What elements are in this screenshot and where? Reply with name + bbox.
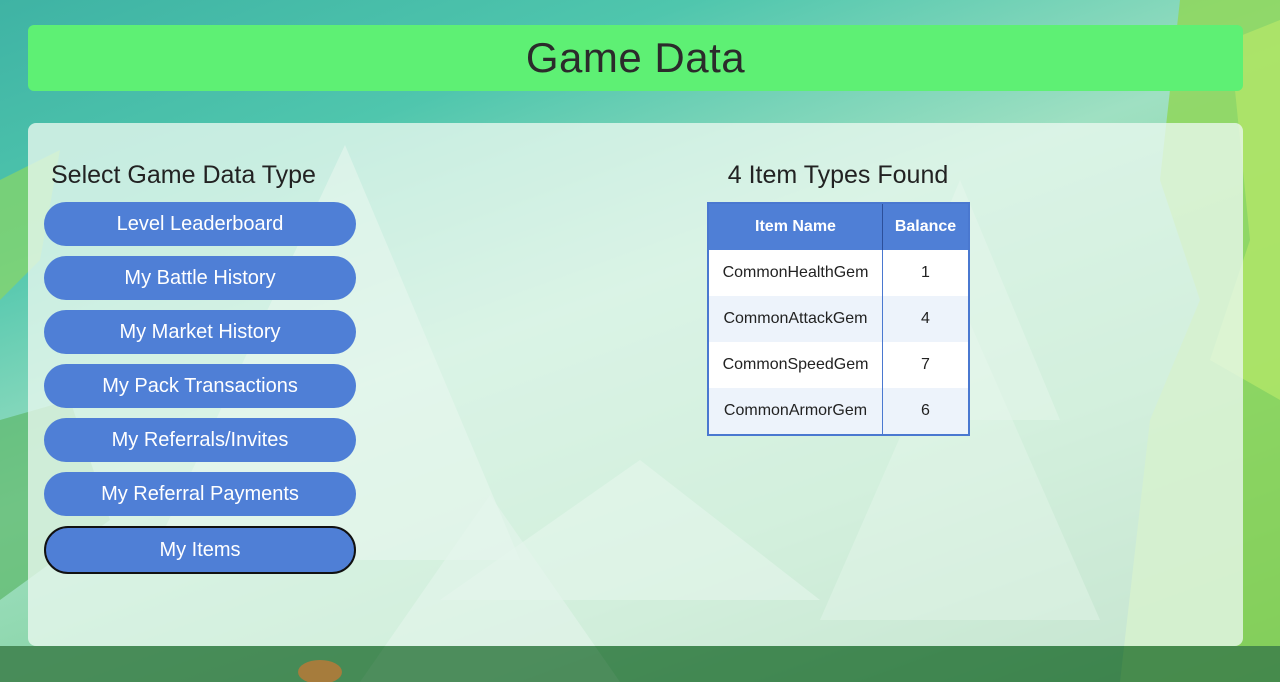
column-header-item-name: Item Name — [708, 203, 883, 250]
market-history-button[interactable]: My Market History — [44, 310, 356, 354]
balance-cell: 6 — [882, 388, 969, 435]
my-items-button[interactable]: My Items — [44, 526, 356, 574]
table-row: CommonSpeedGem 7 — [708, 342, 969, 388]
data-type-menu: Level Leaderboard My Battle History My M… — [44, 202, 356, 584]
item-name-cell: CommonSpeedGem — [708, 342, 883, 388]
battle-history-button[interactable]: My Battle History — [44, 256, 356, 300]
column-header-balance: Balance — [882, 203, 969, 250]
page: Game Data Select Game Data Type Level Le… — [0, 0, 1280, 682]
results-title: 4 Item Types Found — [727, 161, 949, 189]
referral-payments-button[interactable]: My Referral Payments — [44, 472, 356, 516]
table-row: CommonArmorGem 6 — [708, 388, 969, 435]
referrals-invites-button[interactable]: My Referrals/Invites — [44, 418, 356, 462]
balance-cell: 7 — [882, 342, 969, 388]
table-row: CommonAttackGem 4 — [708, 296, 969, 342]
table-row: CommonHealthGem 1 — [708, 250, 969, 296]
pack-transactions-button[interactable]: My Pack Transactions — [44, 364, 356, 408]
level-leaderboard-button[interactable]: Level Leaderboard — [44, 202, 356, 246]
page-title: Game Data — [525, 34, 746, 81]
table-header-row: Item Name Balance — [708, 203, 969, 250]
item-name-cell: CommonHealthGem — [708, 250, 883, 296]
selector-title: Select Game Data Type — [51, 161, 316, 189]
balance-cell: 4 — [882, 296, 969, 342]
item-name-cell: CommonArmorGem — [708, 388, 883, 435]
item-name-cell: CommonAttackGem — [708, 296, 883, 342]
page-header: Game Data — [28, 25, 1243, 91]
content-panel: Select Game Data Type Level Leaderboard … — [28, 123, 1243, 646]
balance-cell: 1 — [882, 250, 969, 296]
items-table: Item Name Balance CommonHealthGem 1 Comm… — [707, 202, 970, 436]
